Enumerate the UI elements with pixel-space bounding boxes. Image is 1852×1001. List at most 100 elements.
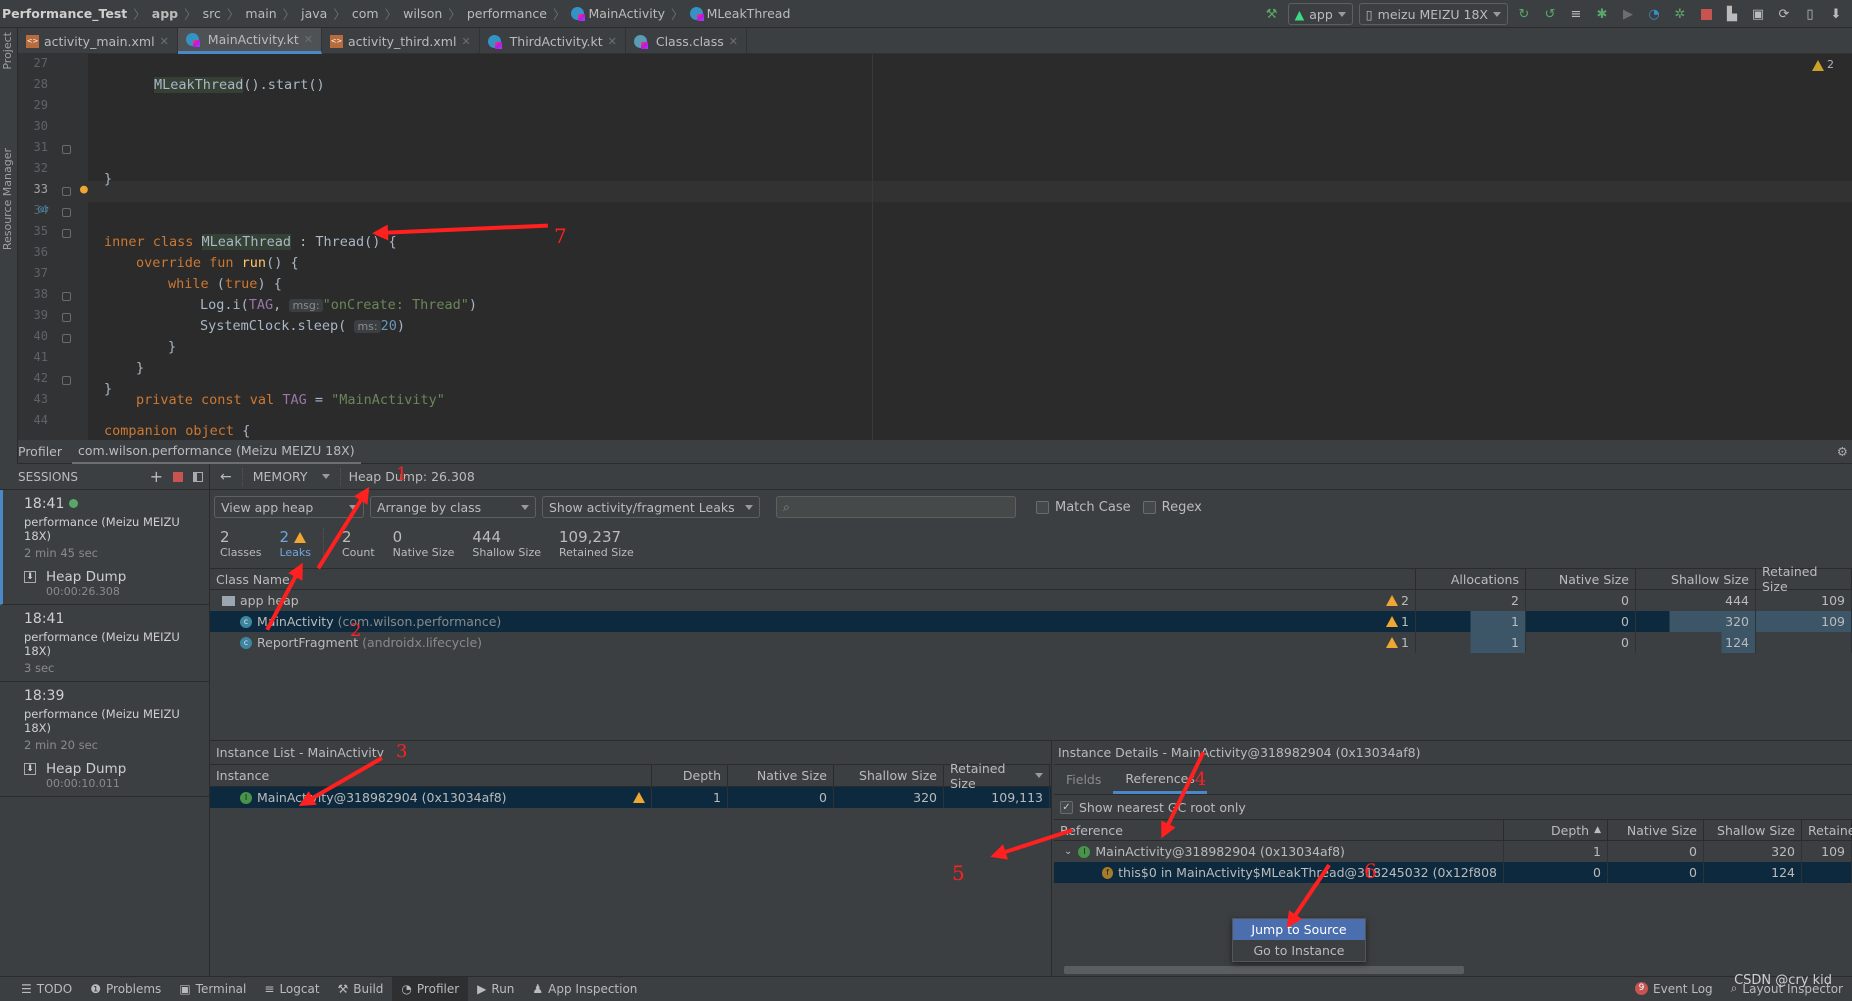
toolwindow-profiler[interactable]: ◔ Profiler xyxy=(392,976,469,1001)
stop-icon[interactable] xyxy=(1696,4,1716,24)
col-retained-size[interactable]: Retained Size xyxy=(944,761,1050,791)
breadcrumb-wilson[interactable]: wilson xyxy=(401,6,444,21)
breadcrumb-mainactivity[interactable]: MainActivity xyxy=(569,6,667,21)
col-class-name[interactable]: Class Name xyxy=(210,568,1416,590)
toolwindow-event-log[interactable]: 9 Event Log xyxy=(1626,977,1722,1001)
table-row[interactable]: c MainActivity (com.wilson.performance) 1 … xyxy=(210,611,1852,632)
arrange-select[interactable]: Arrange by class xyxy=(370,496,536,518)
col-allocations[interactable]: Allocations xyxy=(1416,568,1526,590)
leak-filter-select[interactable]: Show activity/fragment Leaks xyxy=(542,496,760,518)
table-row[interactable]: I MainActivity@318982904 (0x13034af8) 1 0… xyxy=(210,787,1051,808)
heap-select[interactable]: View app heap xyxy=(214,496,364,518)
run-tests-icon[interactable]: ≡ xyxy=(1566,4,1586,24)
stat-leaks[interactable]: 2 Leaks xyxy=(279,528,324,559)
tab-activity-third-xml[interactable]: <> activity_third.xml ✕ xyxy=(322,28,480,54)
session-item[interactable]: 18:41 performance (Meizu MEIZU 18X) 2 mi… xyxy=(0,490,209,605)
code-editor[interactable]: 27 28 29 30 31 32 33 34 35 36 37 38 39 40 41 42 43 44 MLe… xyxy=(18,54,1852,440)
project-structure-icon[interactable]: ▙ xyxy=(1722,4,1742,24)
tab-thirdactivity-kt[interactable]: ThirdActivity.kt ✕ xyxy=(480,28,626,54)
toolwindow-todo[interactable]: ☰ TODO xyxy=(12,977,81,1001)
sdk-manager-icon[interactable]: ⬇ xyxy=(1826,4,1846,24)
add-session-icon[interactable]: + xyxy=(150,467,163,486)
col-shallow-size[interactable]: Shallow Size xyxy=(1704,819,1802,841)
heap-dump-artifact[interactable]: ⬇ Heap Dump xyxy=(24,569,209,585)
breadcrumb-project[interactable]: Performance_Test xyxy=(0,6,129,21)
attach-process-icon[interactable]: ✲ xyxy=(1670,4,1690,24)
tool-window-resource-manager[interactable]: Resource Manager xyxy=(1,148,14,250)
toolwindow-build[interactable]: ⚒ Build xyxy=(329,977,393,1001)
debug-icon[interactable]: ✱ xyxy=(1592,4,1612,24)
tab-activity-main-xml[interactable]: <> activity_main.xml ✕ xyxy=(18,28,178,54)
fold-marker-icon[interactable] xyxy=(62,334,71,343)
session-item[interactable]: 18:41 performance (Meizu MEIZU 18X) 3 se… xyxy=(0,605,209,682)
table-row[interactable]: f this$0 in MainActivity$MLeakThread@3182… xyxy=(1054,862,1852,883)
col-native-size[interactable]: Native Size xyxy=(1608,819,1704,841)
table-row[interactable]: c ReportFragment (androidx.lifecycle) 1 1 … xyxy=(210,632,1852,653)
col-shallow-size[interactable]: Shallow Size xyxy=(1636,568,1756,590)
col-native-size[interactable]: Native Size xyxy=(728,764,834,787)
col-depth[interactable]: Depth ▲ xyxy=(1504,819,1608,841)
intention-bulb-icon[interactable]: ● xyxy=(80,182,88,197)
search-field[interactable] xyxy=(794,499,972,515)
table-row[interactable]: ⌄ I MainActivity@318982904 (0x13034af8) 1 … xyxy=(1054,841,1852,862)
profiler-icon[interactable]: ◔ xyxy=(1644,4,1664,24)
breadcrumb-src[interactable]: src xyxy=(201,6,223,21)
fold-marker-icon[interactable] xyxy=(62,292,71,301)
table-row[interactable]: app heap 2 2 0 444 109 xyxy=(210,590,1852,611)
close-icon[interactable]: ✕ xyxy=(729,35,738,48)
breadcrumb-module[interactable]: app xyxy=(150,6,180,21)
close-icon[interactable]: ✕ xyxy=(608,35,617,48)
back-arrow-icon[interactable]: ← xyxy=(210,469,242,485)
regex-checkbox[interactable] xyxy=(1142,500,1156,514)
col-shallow-size[interactable]: Shallow Size xyxy=(834,764,944,787)
run-config-select[interactable]: ▲ app xyxy=(1287,3,1353,25)
attach-debugger-icon[interactable]: ▶ xyxy=(1618,4,1638,24)
col-reference[interactable]: Reference xyxy=(1054,819,1504,841)
profiler-session-tab[interactable]: com.wilson.performance (Meizu MEIZU 18X) xyxy=(72,440,361,464)
toolwindow-run[interactable]: ▶ Run xyxy=(468,977,523,1001)
fold-marker-icon[interactable] xyxy=(62,376,71,385)
inspection-warnings[interactable]: 2 xyxy=(1811,58,1834,71)
stop-session-icon[interactable] xyxy=(173,471,183,482)
match-case-checkbox[interactable] xyxy=(1036,500,1049,514)
chevron-down-icon[interactable]: ⌄ xyxy=(1064,846,1072,857)
col-instance[interactable]: Instance xyxy=(210,764,652,787)
fold-marker-icon[interactable] xyxy=(62,208,71,217)
close-icon[interactable]: ✕ xyxy=(160,35,169,48)
sync-gradle-icon[interactable]: ⟳ xyxy=(1774,4,1794,24)
breadcrumb-performance[interactable]: performance xyxy=(465,6,549,21)
toolwindow-logcat[interactable]: ≡ Logcat xyxy=(255,977,328,1001)
fold-marker-icon[interactable] xyxy=(62,313,71,322)
breadcrumb-main[interactable]: main xyxy=(243,6,278,21)
toolwindow-problems[interactable]: ❶ Problems xyxy=(81,977,170,1001)
col-depth[interactable]: Depth xyxy=(652,764,728,787)
close-icon[interactable]: ✕ xyxy=(461,35,470,48)
col-retained-size[interactable]: Retained Size xyxy=(1756,564,1852,594)
breadcrumb-com[interactable]: com xyxy=(350,6,381,21)
collapse-sessions-icon[interactable] xyxy=(193,471,203,482)
tab-class-class[interactable]: Class.class ✕ xyxy=(626,28,747,54)
device-manager-icon[interactable]: ▯ xyxy=(1800,4,1820,24)
breadcrumb-mleakthread[interactable]: MLeakThread xyxy=(688,6,793,21)
class-search-input[interactable]: ⌕ xyxy=(776,496,1016,518)
gear-icon[interactable]: ⚙ xyxy=(1837,444,1848,459)
fold-marker-icon[interactable] xyxy=(62,187,71,196)
col-native-size[interactable]: Native Size xyxy=(1526,568,1636,590)
device-select[interactable]: ▯ meizu MEIZU 18X xyxy=(1358,3,1508,25)
menu-item-go-to-instance[interactable]: Go to Instance xyxy=(1233,940,1365,961)
horizontal-scrollbar[interactable] xyxy=(1064,966,1464,974)
tab-mainactivity-kt[interactable]: MainActivity.kt ✕ xyxy=(177,28,322,54)
session-item[interactable]: 18:39 performance (Meizu MEIZU 18X) 2 mi… xyxy=(0,682,209,797)
apply-code-changes-icon[interactable]: ↺ xyxy=(1540,4,1560,24)
toolwindow-terminal[interactable]: ▣ Terminal xyxy=(170,977,255,1001)
fold-marker-icon[interactable] xyxy=(62,229,71,238)
close-icon[interactable]: ✕ xyxy=(304,33,313,46)
apply-changes-icon[interactable]: ↻ xyxy=(1514,4,1534,24)
profiler-select[interactable]: MEMORY xyxy=(243,469,340,484)
tool-window-project[interactable]: Project xyxy=(1,32,14,70)
fold-marker-icon[interactable] xyxy=(62,145,71,154)
breadcrumb-java[interactable]: java xyxy=(299,6,329,21)
override-marker-icon[interactable]: ◎↑ xyxy=(38,204,50,215)
avd-manager-icon[interactable]: ▣ xyxy=(1748,4,1768,24)
col-retained[interactable]: Retained xyxy=(1802,819,1852,841)
